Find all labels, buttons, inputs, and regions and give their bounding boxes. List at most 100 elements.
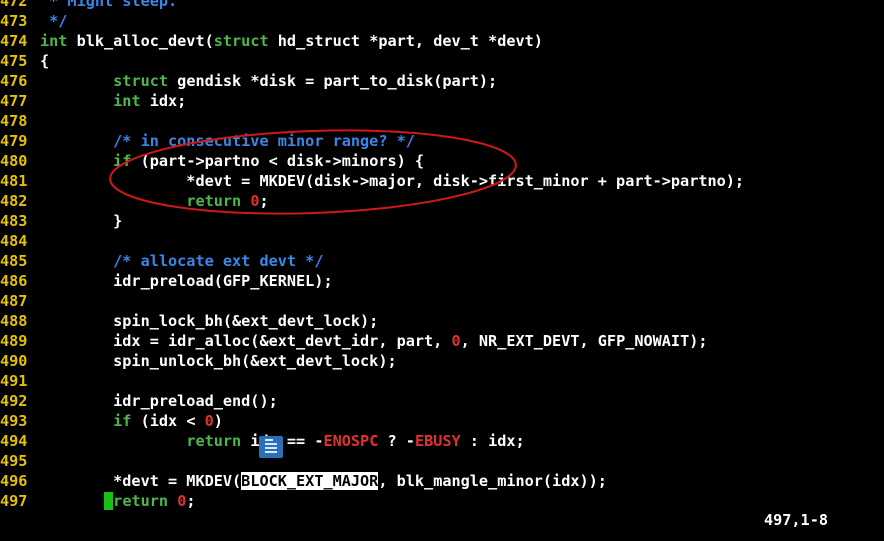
code-line[interactable]: 477 int idx; (0, 91, 884, 111)
code-line[interactable]: 493 if (idx < 0) (0, 411, 884, 431)
code-line[interactable]: 491 (0, 371, 884, 391)
code-line[interactable]: 494 return idx == -ENOSPC ? -EBUSY : idx… (0, 431, 884, 451)
code-line[interactable]: 479 /* in consecutive minor range? */ (0, 131, 884, 151)
code-token: (idx < (131, 412, 205, 430)
code-text[interactable]: *devt = MKDEV(disk->major, disk->first_m… (40, 172, 744, 190)
code-token: int (113, 92, 141, 110)
code-line[interactable]: 490 spin_unlock_bh(&ext_devt_lock); (0, 351, 884, 371)
code-editor[interactable]: 472 * Might sleep. 473 */474 int blk_alloc… (0, 0, 884, 511)
code-text[interactable]: /* allocate ext devt */ (40, 252, 323, 270)
code-text[interactable]: idr_preload(GFP_KERNEL); (40, 272, 333, 290)
code-line[interactable]: 497 return 0; (0, 491, 884, 511)
line-number: 483 (0, 212, 28, 230)
code-token: idx = idr_alloc(&ext_devt_idr, part, (40, 332, 452, 350)
code-line[interactable]: 487 (0, 291, 884, 311)
code-token: 0 (177, 492, 187, 510)
line-number: 492 (0, 392, 28, 410)
code-line[interactable]: 484 (0, 231, 884, 251)
code-token: { (40, 52, 50, 70)
code-line[interactable]: 488 spin_lock_bh(&ext_devt_lock); (0, 311, 884, 331)
code-token: spin_unlock_bh(&ext_devt_lock); (40, 352, 397, 370)
code-line[interactable]: 489 idx = idr_alloc(&ext_devt_idr, part,… (0, 331, 884, 351)
line-number: 481 (0, 172, 28, 190)
code-line[interactable]: 478 (0, 111, 884, 131)
code-token: , blk_mangle_minor(idx)); (378, 472, 607, 490)
code-token: } (40, 212, 123, 230)
code-line[interactable]: 485 /* allocate ext devt */ (0, 251, 884, 271)
line-number: 494 (0, 432, 28, 450)
code-text[interactable]: spin_unlock_bh(&ext_devt_lock); (40, 352, 397, 370)
code-token: ) (213, 412, 223, 430)
code-token: */ (40, 12, 68, 30)
line-number: 475 (0, 52, 28, 70)
code-token: gendisk *disk = part_to_disk(part); (168, 72, 498, 90)
code-text[interactable]: spin_lock_bh(&ext_devt_lock); (40, 312, 378, 330)
code-text[interactable]: return 0; (40, 492, 196, 510)
line-number: 480 (0, 152, 28, 170)
code-text[interactable]: idr_preload_end(); (40, 392, 278, 410)
code-text[interactable]: } (40, 212, 122, 230)
code-token: if (113, 152, 132, 170)
code-line[interactable]: 495 (0, 451, 884, 471)
code-line[interactable]: 496 *devt = MKDEV(BLOCK_EXT_MAJOR, blk_m… (0, 471, 884, 491)
cursor-position-indicator: 497,1-8 (763, 511, 828, 529)
code-token: , NR_EXT_DEVT, GFP_NOWAIT); (460, 332, 708, 350)
code-line[interactable]: 472 * Might sleep. (0, 0, 884, 11)
line-number: 472 (0, 0, 28, 10)
code-token: 0 (204, 412, 214, 430)
code-text[interactable]: idx = idr_alloc(&ext_devt_idr, part, 0, … (40, 332, 708, 350)
line-number: 479 (0, 132, 28, 150)
line-number: 477 (0, 92, 28, 110)
code-token: struct (213, 32, 269, 50)
code-line[interactable]: 476 struct gendisk *disk = part_to_disk(… (0, 71, 884, 91)
line-number: 495 (0, 452, 28, 470)
code-text[interactable]: { (40, 52, 49, 70)
code-line[interactable]: 480 if (part->partno < disk->minors) { (0, 151, 884, 171)
code-text[interactable]: if (part->partno < disk->minors) { (40, 152, 424, 170)
code-line[interactable]: 492 idr_preload_end(); (0, 391, 884, 411)
line-number: 496 (0, 472, 28, 490)
code-token: *devt = MKDEV(disk->major, disk->first_m… (40, 172, 745, 190)
code-text[interactable]: if (idx < 0) (40, 412, 223, 430)
text-cursor (104, 492, 114, 510)
line-number: 489 (0, 332, 28, 350)
line-number: 476 (0, 72, 28, 90)
code-text[interactable]: *devt = MKDEV(BLOCK_EXT_MAJOR, blk_mangl… (40, 472, 607, 490)
code-line[interactable]: 474 int blk_alloc_devt(struct hd_struct *… (0, 31, 884, 51)
code-token: return (186, 432, 242, 450)
code-text[interactable]: int idx; (40, 92, 186, 110)
code-line[interactable]: 475 { (0, 51, 884, 71)
code-token: spin_lock_bh(&ext_devt_lock); (40, 312, 379, 330)
line-number: 490 (0, 352, 28, 370)
code-token: (part->partno < disk->minors) { (131, 152, 425, 170)
code-text[interactable]: struct gendisk *disk = part_to_disk(part… (40, 72, 497, 90)
line-number: 485 (0, 252, 28, 270)
code-line[interactable]: 473 */ (0, 11, 884, 31)
code-text[interactable]: /* in consecutive minor range? */ (40, 132, 415, 150)
code-text[interactable]: */ (40, 12, 67, 30)
code-text[interactable]: * Might sleep. (40, 0, 177, 10)
code-text[interactable]: return 0; (40, 192, 269, 210)
code-token: ; (259, 192, 269, 210)
code-line[interactable]: 486 idr_preload(GFP_KERNEL); (0, 271, 884, 291)
code-token: return (186, 192, 242, 210)
line-number: 488 (0, 312, 28, 330)
code-token: int (40, 32, 68, 50)
code-token: 0 (250, 192, 260, 210)
line-number: 473 (0, 12, 28, 30)
code-line[interactable]: 481 *devt = MKDEV(disk->major, disk->fir… (0, 171, 884, 191)
note-icon[interactable] (259, 436, 283, 458)
code-line[interactable]: 483 } (0, 211, 884, 231)
code-text[interactable]: int blk_alloc_devt(struct hd_struct *par… (40, 32, 543, 50)
code-line[interactable]: 482 return 0; (0, 191, 884, 211)
code-token: idr_preload(GFP_KERNEL); (40, 272, 333, 290)
code-token: * Might sleep. (40, 0, 178, 10)
